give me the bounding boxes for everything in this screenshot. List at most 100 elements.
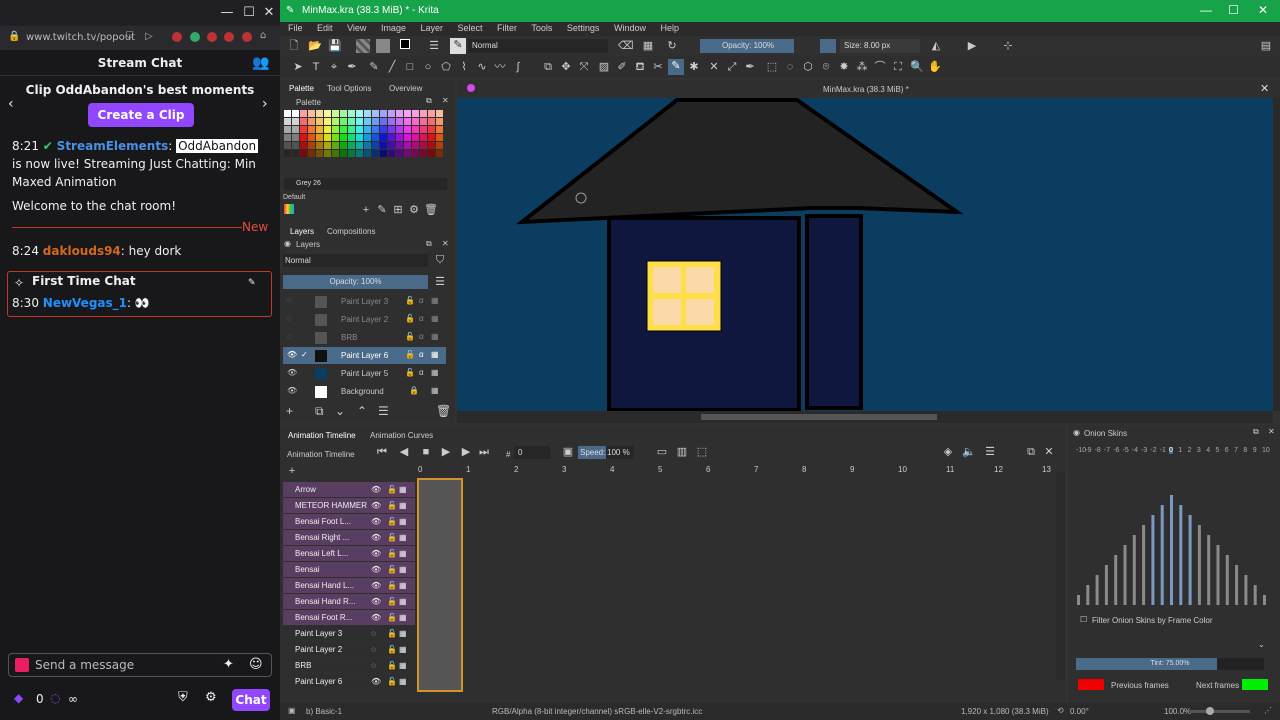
first-frame-icon[interactable]: ⏮ <box>376 446 388 458</box>
palette-swatch[interactable] <box>308 110 315 117</box>
palette-swatch[interactable] <box>300 150 307 157</box>
palette-swatch[interactable] <box>388 118 395 125</box>
prev-frame-icon[interactable]: ◀ <box>398 446 410 458</box>
channel-points-icon[interactable]: ◆ <box>14 691 23 705</box>
palette-swatch[interactable] <box>324 118 331 125</box>
chat-button[interactable]: Chat <box>232 689 270 711</box>
onion-frame-number[interactable]: 8 <box>1243 447 1247 454</box>
menu-help[interactable]: Help <box>660 23 679 33</box>
inherit-alpha-icon[interactable]: ▦ <box>431 332 439 341</box>
current-frame-field[interactable]: 0 <box>514 446 550 459</box>
palette-swatch[interactable] <box>316 110 323 117</box>
layer-opacity-slider[interactable]: Opacity: 100% <box>283 275 428 289</box>
emote-picker-icon[interactable]: ☺ <box>249 657 263 672</box>
alpha-icon[interactable]: α <box>419 332 424 341</box>
palette-swatch[interactable] <box>316 150 323 157</box>
palette-swatch[interactable] <box>356 134 363 141</box>
onion-opacity-bar[interactable] <box>1086 585 1090 605</box>
canvas[interactable] <box>457 98 1273 412</box>
chevron-down-icon[interactable]: ⌄ <box>1258 640 1265 649</box>
palette-swatch[interactable] <box>436 150 443 157</box>
palette-swatch[interactable] <box>292 118 299 125</box>
delete-swatch-icon[interactable]: 🗑 <box>424 204 438 216</box>
palette-chooser-icon[interactable] <box>284 204 294 214</box>
smart-patch-icon[interactable]: ✎ <box>668 59 684 75</box>
palette-swatch[interactable] <box>308 134 315 141</box>
palette-swatch[interactable] <box>404 126 411 133</box>
frame-ruler[interactable]: 0 1 2 3 4 5 6 7 8 9 10 11 12 13 <box>418 465 1058 477</box>
palette-swatch[interactable] <box>380 110 387 117</box>
timeline-layer-row[interactable]: METEOR HAMMER 👁 🔓 ▦ <box>283 498 415 513</box>
menu-image[interactable]: Image <box>381 23 406 33</box>
gear-icon[interactable]: ⚙ <box>205 690 217 705</box>
onion-frame-number[interactable]: -5 <box>1123 447 1129 454</box>
palette-swatch[interactable] <box>300 142 307 149</box>
extension-icon-red[interactable] <box>172 32 182 42</box>
shield-icon[interactable]: ⛨ <box>178 690 188 705</box>
palette-swatch[interactable] <box>436 126 443 133</box>
alpha-icon[interactable]: α <box>419 314 424 323</box>
inherit-alpha-icon[interactable]: ▦ <box>431 314 439 323</box>
palette-swatch[interactable] <box>340 110 347 117</box>
palette-swatch[interactable] <box>372 126 379 133</box>
palette-swatch[interactable] <box>388 150 395 157</box>
lock-icon[interactable]: 🔓 <box>405 368 415 377</box>
palette-swatch[interactable] <box>420 118 427 125</box>
add-layer-icon[interactable]: + <box>286 404 293 418</box>
onion-frame-number[interactable]: 10 <box>1262 447 1270 454</box>
ellipse-tool-icon[interactable]: ○ <box>422 61 434 73</box>
palette-swatch[interactable] <box>332 110 339 117</box>
next-frames-color[interactable] <box>1242 679 1268 690</box>
lock-icon[interactable]: 🔓 <box>387 530 397 545</box>
lock-icon[interactable]: 🔓 <box>387 674 397 689</box>
chat-username[interactable]: StreamElements <box>57 139 169 153</box>
layer-row[interactable]: 👁 Background 🔒 ▦ <box>283 383 446 400</box>
size-slider[interactable]: Size: 8.00 px <box>840 39 920 53</box>
onion-opacity-bar[interactable] <box>1225 555 1229 605</box>
palette-swatch[interactable] <box>412 110 419 117</box>
open-icon[interactable]: 📂 <box>308 40 322 52</box>
onion-layer-icon[interactable]: ▦ <box>399 642 407 657</box>
document-tab[interactable]: MinMax.kra (38.3 MiB) * <box>823 85 909 94</box>
minimize-icon[interactable]: — <box>1200 3 1212 17</box>
onion-frame-number[interactable]: -3 <box>1141 447 1147 454</box>
float-docker-icon[interactable]: ⧉ <box>1025 446 1037 458</box>
onion-frame-numbers[interactable]: -10 -9 -8 -7 -6 -5 -4 -3 -2 -1 0 1 2 3 4 5 6 7 8 9 10 <box>1076 447 1272 457</box>
color-picker-icon[interactable]: ✐ <box>616 61 628 73</box>
onion-opacity-bar[interactable] <box>1077 595 1080 605</box>
close-icon[interactable]: ✕ <box>260 4 278 22</box>
brush-preset-icon[interactable]: ✎ <box>450 38 466 54</box>
blend-mode-select[interactable]: Normal <box>468 39 608 53</box>
palette-swatch[interactable] <box>404 142 411 149</box>
palette-swatch[interactable] <box>316 142 323 149</box>
menu-edit[interactable]: Edit <box>317 23 333 33</box>
inherit-alpha-icon[interactable]: ▦ <box>431 386 439 395</box>
color-name-field[interactable]: Grey 26 <box>284 178 447 190</box>
bezier-tool-icon[interactable]: ∿ <box>476 61 488 73</box>
select-shapes-icon[interactable]: ➤ <box>292 61 304 73</box>
onion-opacity-bar[interactable] <box>1216 545 1220 605</box>
url-text[interactable]: www.twitch.tv/popout <box>26 32 135 43</box>
rectangle-tool-icon[interactable]: □ <box>404 61 416 73</box>
onion-opacity-bar[interactable] <box>1170 495 1173 605</box>
palette-swatch[interactable] <box>428 134 435 141</box>
foreground-color[interactable] <box>400 39 410 49</box>
palette-swatch[interactable] <box>340 142 347 149</box>
onion-frame-number[interactable]: -2 <box>1150 447 1156 454</box>
palette-swatch[interactable] <box>380 126 387 133</box>
last-frame-icon[interactable]: ⏭ <box>478 446 490 458</box>
eye-icon[interactable]: 👁 <box>287 350 297 359</box>
onion-opacity-bar[interactable] <box>1123 545 1127 605</box>
timeline-layer-row[interactable]: Bensai Left L... 👁 🔓 ▦ <box>283 546 415 561</box>
menu-layer[interactable]: Layer <box>420 23 443 33</box>
gradient-tool-icon[interactable]: ▨ <box>598 61 610 73</box>
palette-swatch[interactable] <box>436 134 443 141</box>
palette-swatch[interactable] <box>284 118 291 125</box>
lock-icon[interactable]: 🔓 <box>387 642 397 657</box>
onion-opacity-bar[interactable] <box>1142 525 1146 605</box>
lock-icon[interactable]: 🔓 <box>387 578 397 593</box>
lock-icon[interactable]: 🔓 <box>387 498 397 513</box>
onion-opacity-bar[interactable] <box>1151 515 1155 605</box>
bezier-select-icon[interactable]: ⌒ <box>874 61 886 73</box>
stop-icon[interactable]: ■ <box>420 446 432 458</box>
